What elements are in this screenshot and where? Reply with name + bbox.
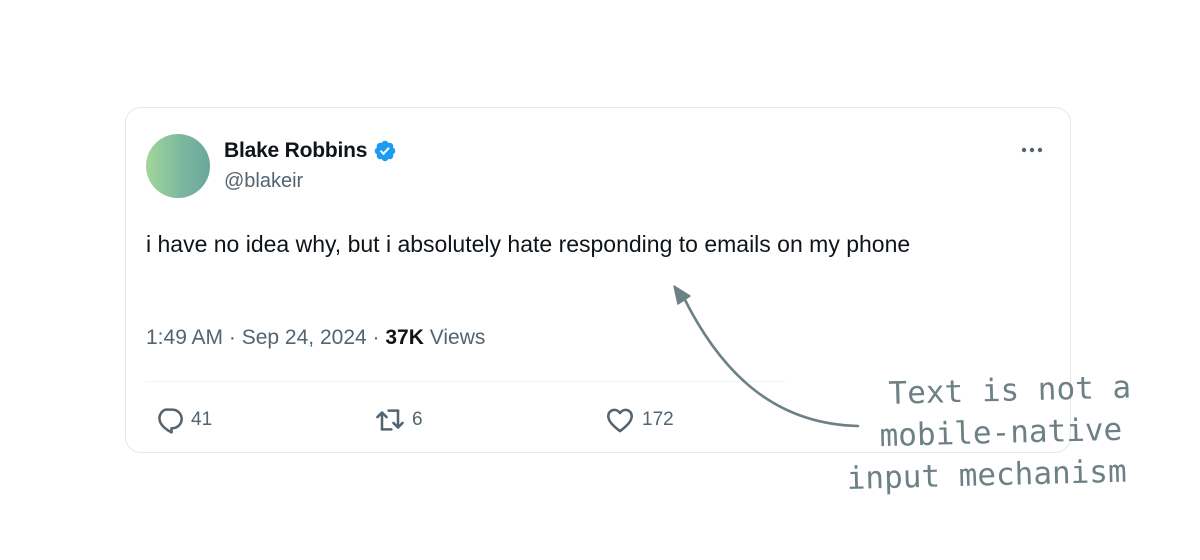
author-handle[interactable]: @blakeir	[224, 170, 303, 193]
meta-separator: ·	[372, 326, 386, 349]
more-options-icon[interactable]	[1018, 142, 1046, 158]
retweet-button[interactable]: 6	[374, 404, 423, 436]
avatar[interactable]	[146, 134, 210, 198]
tweet-date[interactable]: Sep 24, 2024	[242, 326, 367, 349]
retweet-icon	[376, 409, 404, 431]
author-display-name[interactable]: Blake Robbins	[224, 139, 367, 163]
verified-badge-icon	[373, 139, 397, 163]
reply-button[interactable]: 41	[153, 404, 212, 436]
handwritten-annotation: Text is not a mobile-native input mechan…	[844, 365, 1187, 500]
views-count: 37K	[385, 326, 424, 349]
author-name-row: Blake Robbins	[224, 138, 397, 164]
tweet-text: i have no idea why, but i absolutely hat…	[146, 231, 911, 257]
heart-icon	[607, 408, 633, 433]
tweet-meta: 1:49 AM · Sep 24, 2024 · 37K Views	[146, 326, 485, 350]
meta-separator: ·	[228, 326, 242, 349]
retweet-count: 6	[412, 409, 423, 430]
reply-icon	[158, 408, 183, 434]
annotation-line: input mechanism	[846, 453, 1128, 497]
views-label: Views	[429, 326, 486, 349]
tweet-time[interactable]: 1:49 AM	[146, 326, 223, 349]
reply-count: 41	[191, 409, 213, 430]
